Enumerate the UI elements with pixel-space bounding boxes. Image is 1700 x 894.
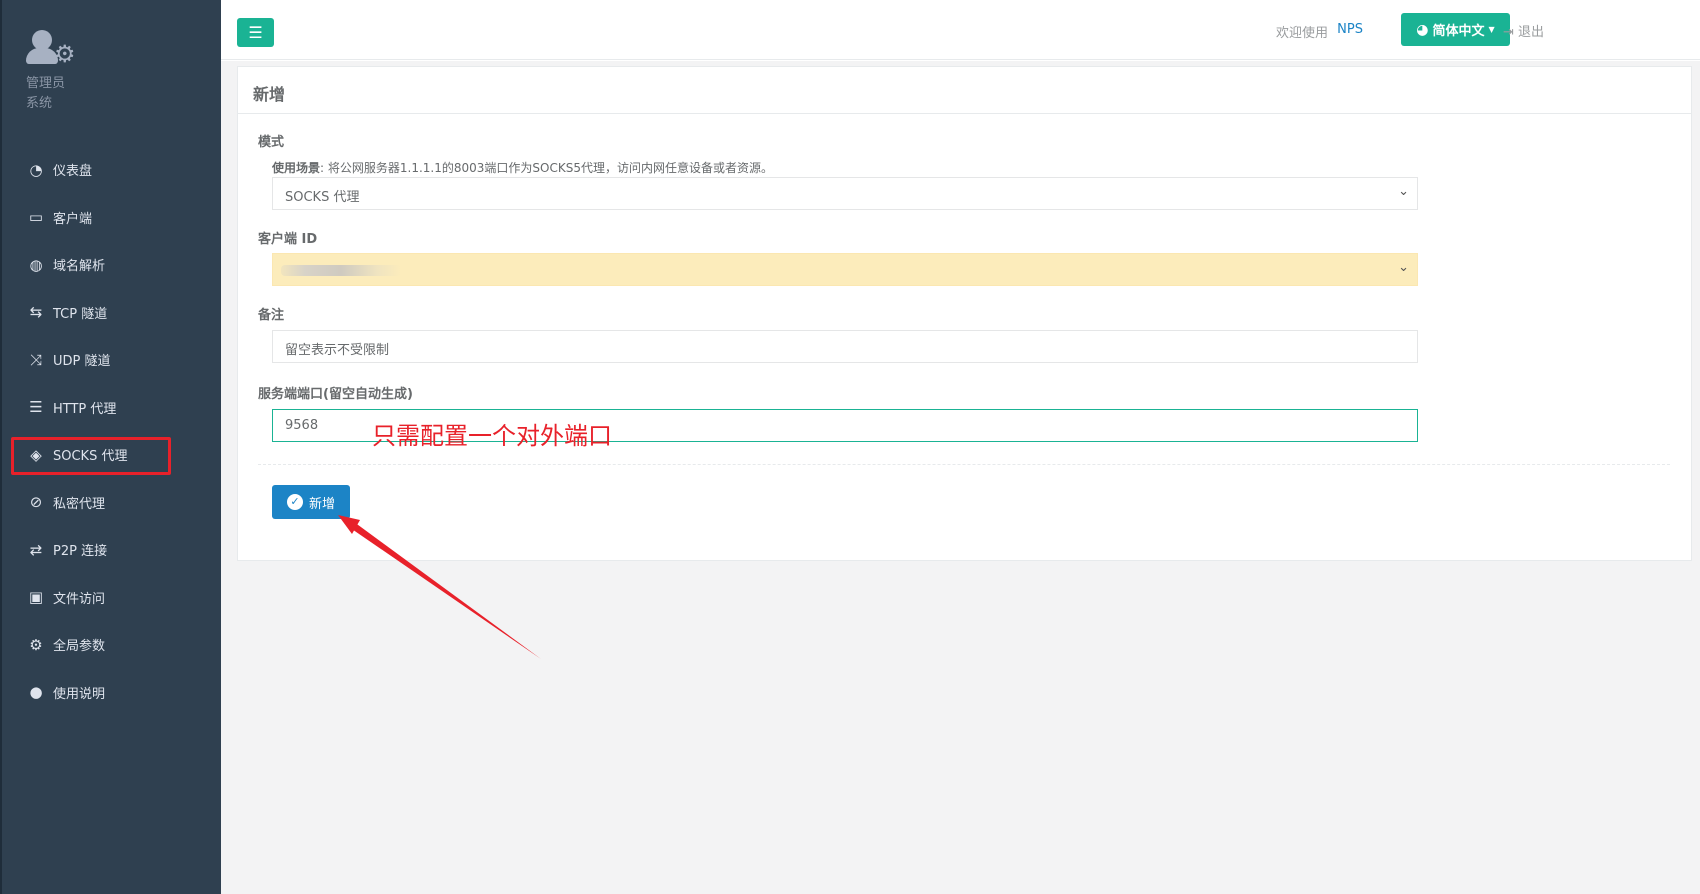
welcome-text: 欢迎使用 (1275, 26, 1328, 41)
sign-out-icon: ⇥ (1502, 25, 1514, 40)
usage-hint: 使用场景: 将公网服务器1.1.1.1的8003端口作为SOCKS5代理，访问内… (272, 159, 773, 176)
server-port-value: 9568 (285, 418, 319, 433)
form-divider (258, 464, 1670, 465)
logout-link[interactable]: ⇥ 退出 (1503, 21, 1544, 40)
user-system: 系统 (26, 96, 53, 111)
gear-icon: ⚙ (29, 635, 43, 654)
sidebar-item-exchange[interactable]: ⇄ P2P 连接 (0, 526, 221, 574)
sidebar-item-lightbulb[interactable]: ● 使用说明 (0, 669, 221, 717)
remark-input[interactable]: 留空表示不受限制 (272, 330, 1418, 363)
client-id-label: 客户端 ID (258, 232, 318, 247)
sidebar-item-server[interactable]: ☰ HTTP 代理 (0, 384, 221, 432)
chevron-down-icon: ⌄ (1398, 260, 1409, 275)
sidebar-item-label: UDP 隧道 (53, 354, 111, 370)
mode-value: SOCKS 代理 (285, 190, 360, 205)
check-circle-icon: ✓ (286, 494, 303, 510)
mode-select[interactable]: SOCKS 代理 ⌄ (272, 177, 1418, 210)
sidebar-item-gear[interactable]: ⚙ 全局参数 (0, 621, 221, 669)
chevron-down-icon: ⌄ (1398, 184, 1409, 199)
user-gear-icon: ⚙ (26, 28, 78, 72)
logout-label: 退出 (1517, 25, 1544, 40)
sidebar-item-label: TCP 隧道 (53, 306, 108, 322)
usage-text: : 将公网服务器1.1.1.1的8003端口作为SOCKS5代理，访问内网任意设… (320, 161, 773, 175)
form-panel: 新增 (237, 66, 1692, 561)
sidebar-item-label: 客户端 (53, 211, 93, 227)
globe-icon: ◕ (1416, 21, 1429, 38)
globe-icon: ◍ (29, 255, 43, 274)
retweet-icon: ⇆ (29, 303, 43, 322)
menu-toggle-button[interactable]: ☰ (237, 18, 274, 47)
panel-title: 新增 (238, 67, 1691, 114)
sidebar-item-label: 文件访问 (53, 591, 106, 607)
sidebar-item-label: 仪表盘 (53, 164, 93, 180)
usage-prefix: 使用场景 (272, 161, 321, 175)
annotation-text: 只需配置一个对外端口 (372, 422, 612, 450)
server-icon: ☰ (29, 398, 43, 417)
sidebar-item-dashboard[interactable]: ◔ 仪表盘 (0, 146, 221, 194)
sidebar-item-label: HTTP 代理 (53, 401, 117, 417)
sidebar-item-monitor[interactable]: ▭ 客户端 (0, 194, 221, 242)
sidebar-item-random[interactable]: ⤨ UDP 隧道 (0, 336, 221, 384)
exchange-icon: ⇄ (29, 540, 43, 559)
submit-button[interactable]: ✓ 新增 (272, 485, 350, 519)
monitor-icon: ▭ (28, 208, 44, 227)
sidebar-item-retweet[interactable]: ⇆ TCP 隧道 (0, 289, 221, 337)
caret-down-icon: ▼ (1488, 25, 1495, 34)
sidebar-item-label: 私密代理 (53, 496, 106, 512)
sidebar-item-label: 域名解析 (53, 259, 106, 275)
sidebar-nav: ◔ 仪表盘 ▭ 客户端 ◍ 域名解析 ⇆ TCP 隧道 ⤨ UDP 隧道 ☰ HTTP 代理 ◈ SOCK… (0, 146, 221, 716)
user-role: 管理员 (26, 76, 66, 91)
user-profile[interactable]: ⚙ 管理员 系统 (26, 28, 176, 114)
eye-slash-icon: ⊘ (29, 493, 43, 512)
sidebar-item-label: 全局参数 (53, 639, 106, 655)
redacted-client-value (281, 265, 401, 276)
remark-label: 备注 (258, 308, 285, 323)
submit-label: 新增 (308, 496, 335, 512)
sidebar-item-label: P2P 连接 (53, 544, 108, 560)
lightbulb-icon: ● (29, 683, 43, 702)
sidebar-item-eye-slash[interactable]: ⊘ 私密代理 (0, 479, 221, 527)
top-bar: ☰ 欢迎使用 NPS ◕ 简体中文 ▼ ⇥ 退出 (221, 0, 1700, 60)
language-dropdown[interactable]: ◕ 简体中文 ▼ (1401, 13, 1510, 46)
random-icon: ⤨ (29, 350, 42, 369)
hamburger-icon: ☰ (248, 23, 263, 42)
brand-link[interactable]: NPS (1337, 22, 1363, 37)
client-id-select[interactable]: ⌄ (272, 253, 1418, 286)
highlight-box (11, 437, 171, 475)
sidebar-item-briefcase[interactable]: ▣ 文件访问 (0, 574, 221, 622)
sidebar-item-globe[interactable]: ◍ 域名解析 (0, 241, 221, 289)
briefcase-icon: ▣ (28, 588, 44, 607)
dashboard-icon: ◔ (29, 160, 43, 179)
server-port-label: 服务端端口(留空自动生成) (258, 387, 413, 402)
remark-placeholder: 留空表示不受限制 (285, 343, 390, 358)
language-label: 简体中文 (1432, 24, 1485, 39)
sidebar-item-label: 使用说明 (53, 686, 106, 702)
mode-label: 模式 (258, 135, 285, 150)
